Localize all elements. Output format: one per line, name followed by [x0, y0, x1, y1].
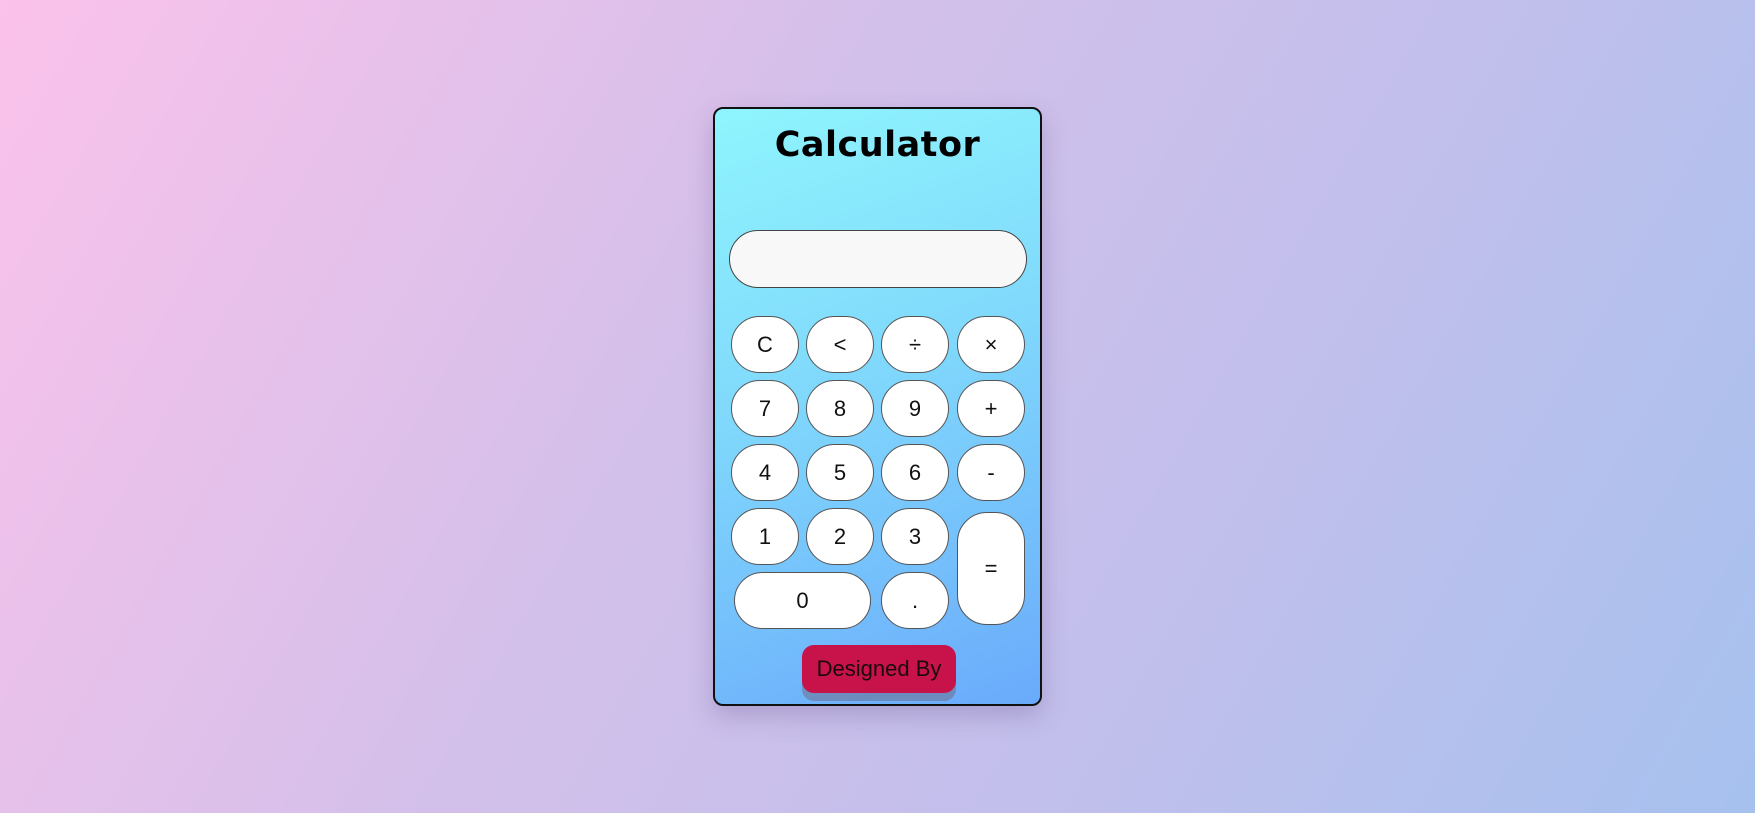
- designed-by-button[interactable]: Designed By: [802, 645, 956, 693]
- digit-2-button[interactable]: 2: [806, 508, 874, 565]
- digit-3-button[interactable]: 3: [881, 508, 949, 565]
- digit-0-button[interactable]: 0: [734, 572, 871, 629]
- multiply-button[interactable]: ×: [957, 316, 1025, 373]
- calculator-display[interactable]: [729, 230, 1027, 288]
- plus-button[interactable]: +: [957, 380, 1025, 437]
- digit-8-button[interactable]: 8: [806, 380, 874, 437]
- backspace-button[interactable]: <: [806, 316, 874, 373]
- digit-7-button[interactable]: 7: [731, 380, 799, 437]
- calculator-title: Calculator: [774, 125, 981, 165]
- calculator-card: Calculator C < ÷ × 7 8 9 + 4 5 6 - 1 2 3…: [713, 107, 1042, 706]
- digit-4-button[interactable]: 4: [731, 444, 799, 501]
- decimal-button[interactable]: .: [881, 572, 949, 629]
- equals-button[interactable]: =: [957, 512, 1025, 625]
- digit-9-button[interactable]: 9: [881, 380, 949, 437]
- minus-button[interactable]: -: [957, 444, 1025, 501]
- divide-button[interactable]: ÷: [881, 316, 949, 373]
- digit-1-button[interactable]: 1: [731, 508, 799, 565]
- digit-6-button[interactable]: 6: [881, 444, 949, 501]
- digit-5-button[interactable]: 5: [806, 444, 874, 501]
- clear-button[interactable]: C: [731, 316, 799, 373]
